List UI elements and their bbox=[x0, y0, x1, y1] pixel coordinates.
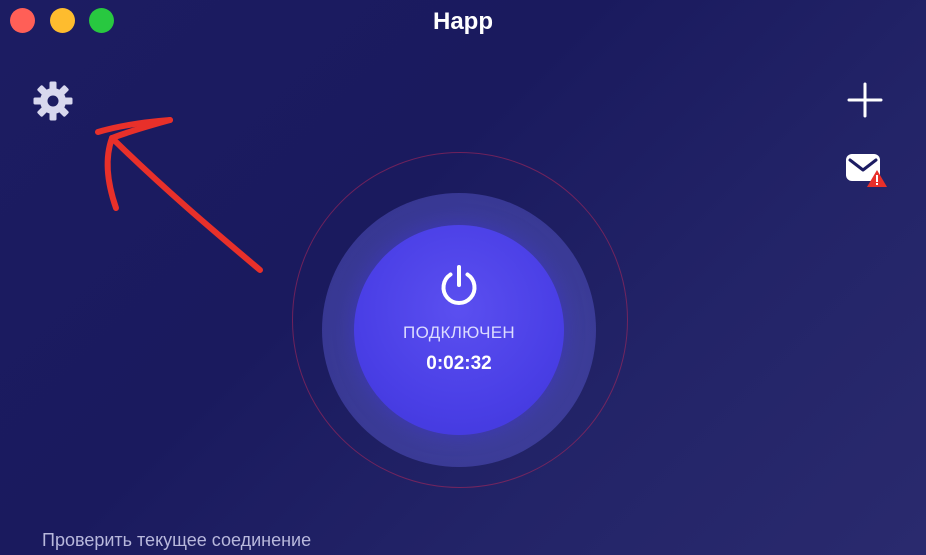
gear-icon bbox=[33, 81, 73, 121]
power-icon bbox=[441, 265, 477, 305]
settings-button[interactable] bbox=[30, 80, 76, 122]
title-bar: Happ bbox=[0, 0, 926, 42]
app-window: Happ ПОДКЛЮЧЕН 0:02:32 Проверить текущее… bbox=[0, 0, 926, 555]
connection-timer: 0:02:32 bbox=[426, 353, 492, 374]
add-button[interactable] bbox=[842, 78, 888, 122]
connect-toggle-button[interactable]: ПОДКЛЮЧЕН 0:02:32 bbox=[354, 225, 564, 435]
mail-alert-icon bbox=[846, 154, 887, 187]
connection-status: ПОДКЛЮЧЕН bbox=[403, 323, 515, 342]
window-title: Happ bbox=[433, 8, 493, 35]
check-connection-link[interactable]: Проверить текущее соединение bbox=[42, 530, 311, 551]
plus-icon bbox=[847, 82, 883, 118]
messages-button[interactable] bbox=[842, 150, 890, 190]
